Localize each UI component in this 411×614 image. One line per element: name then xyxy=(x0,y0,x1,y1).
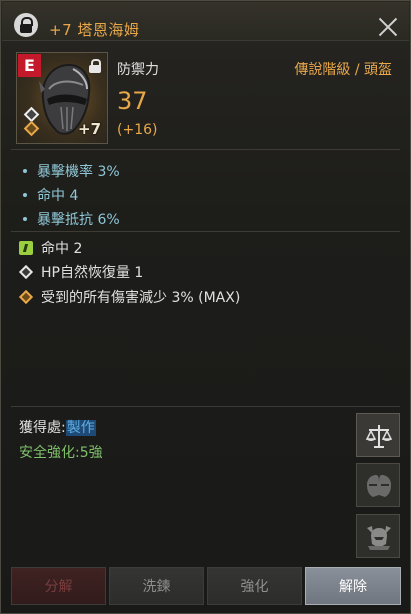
item-title: +7 塔恩海姆 xyxy=(49,21,140,39)
decompose-button[interactable]: 分解 xyxy=(11,567,106,605)
enhance-button[interactable]: 強化 xyxy=(207,567,302,605)
effect-line: HP自然恢復量 1 xyxy=(18,262,143,282)
effect-line: 命中 2 xyxy=(19,238,82,258)
source-link[interactable]: 製作 xyxy=(65,420,96,436)
enhance-level-badge: +7 xyxy=(78,120,102,138)
safe-enhance-label: 安全強化:5強 xyxy=(19,445,103,461)
option-line: 暴擊抵抗 6% xyxy=(23,209,120,229)
source-label: 獲得處: xyxy=(19,420,66,436)
close-icon[interactable] xyxy=(375,14,401,40)
white-diamond-icon xyxy=(18,264,34,280)
action-button-bar: 分解 洗鍊 強化 解除 xyxy=(11,567,401,607)
source-line: 獲得處:製作 xyxy=(19,417,96,437)
gold-diamond-icon xyxy=(18,289,34,305)
item-tooltip-panel: +7 塔恩海姆 E +7 防禦力 37 (+16) 傳說階級 / 頭盔 暴擊機率… xyxy=(0,0,411,614)
defense-label: 防禦力 xyxy=(117,62,159,78)
defense-value: 37 xyxy=(117,87,148,115)
helmet-appearance-button[interactable] xyxy=(356,514,400,558)
divider xyxy=(11,231,400,232)
divider xyxy=(11,149,400,150)
option-line: 暴擊機率 3% xyxy=(23,161,120,181)
effect-line: 受到的所有傷害減少 3% (MAX) xyxy=(18,287,240,307)
wash-button[interactable]: 洗鍊 xyxy=(109,567,204,605)
compare-helmet-icon xyxy=(367,475,391,497)
defense-bonus: (+16) xyxy=(117,122,158,138)
lock-icon[interactable] xyxy=(14,13,38,37)
option-line: 命中 4 xyxy=(23,185,78,205)
release-button[interactable]: 解除 xyxy=(305,567,401,605)
green-rune-icon xyxy=(19,241,33,255)
scales-button[interactable] xyxy=(356,413,400,457)
divider xyxy=(11,406,400,407)
compare-button[interactable] xyxy=(356,463,400,507)
warrior-helmet-icon xyxy=(367,526,391,550)
grade-type-label: 傳說階級 / 頭盔 xyxy=(294,62,392,78)
item-icon-slot[interactable]: E +7 xyxy=(16,52,108,144)
scales-icon xyxy=(365,425,393,448)
tooltip-header: +7 塔恩海姆 xyxy=(2,2,409,41)
